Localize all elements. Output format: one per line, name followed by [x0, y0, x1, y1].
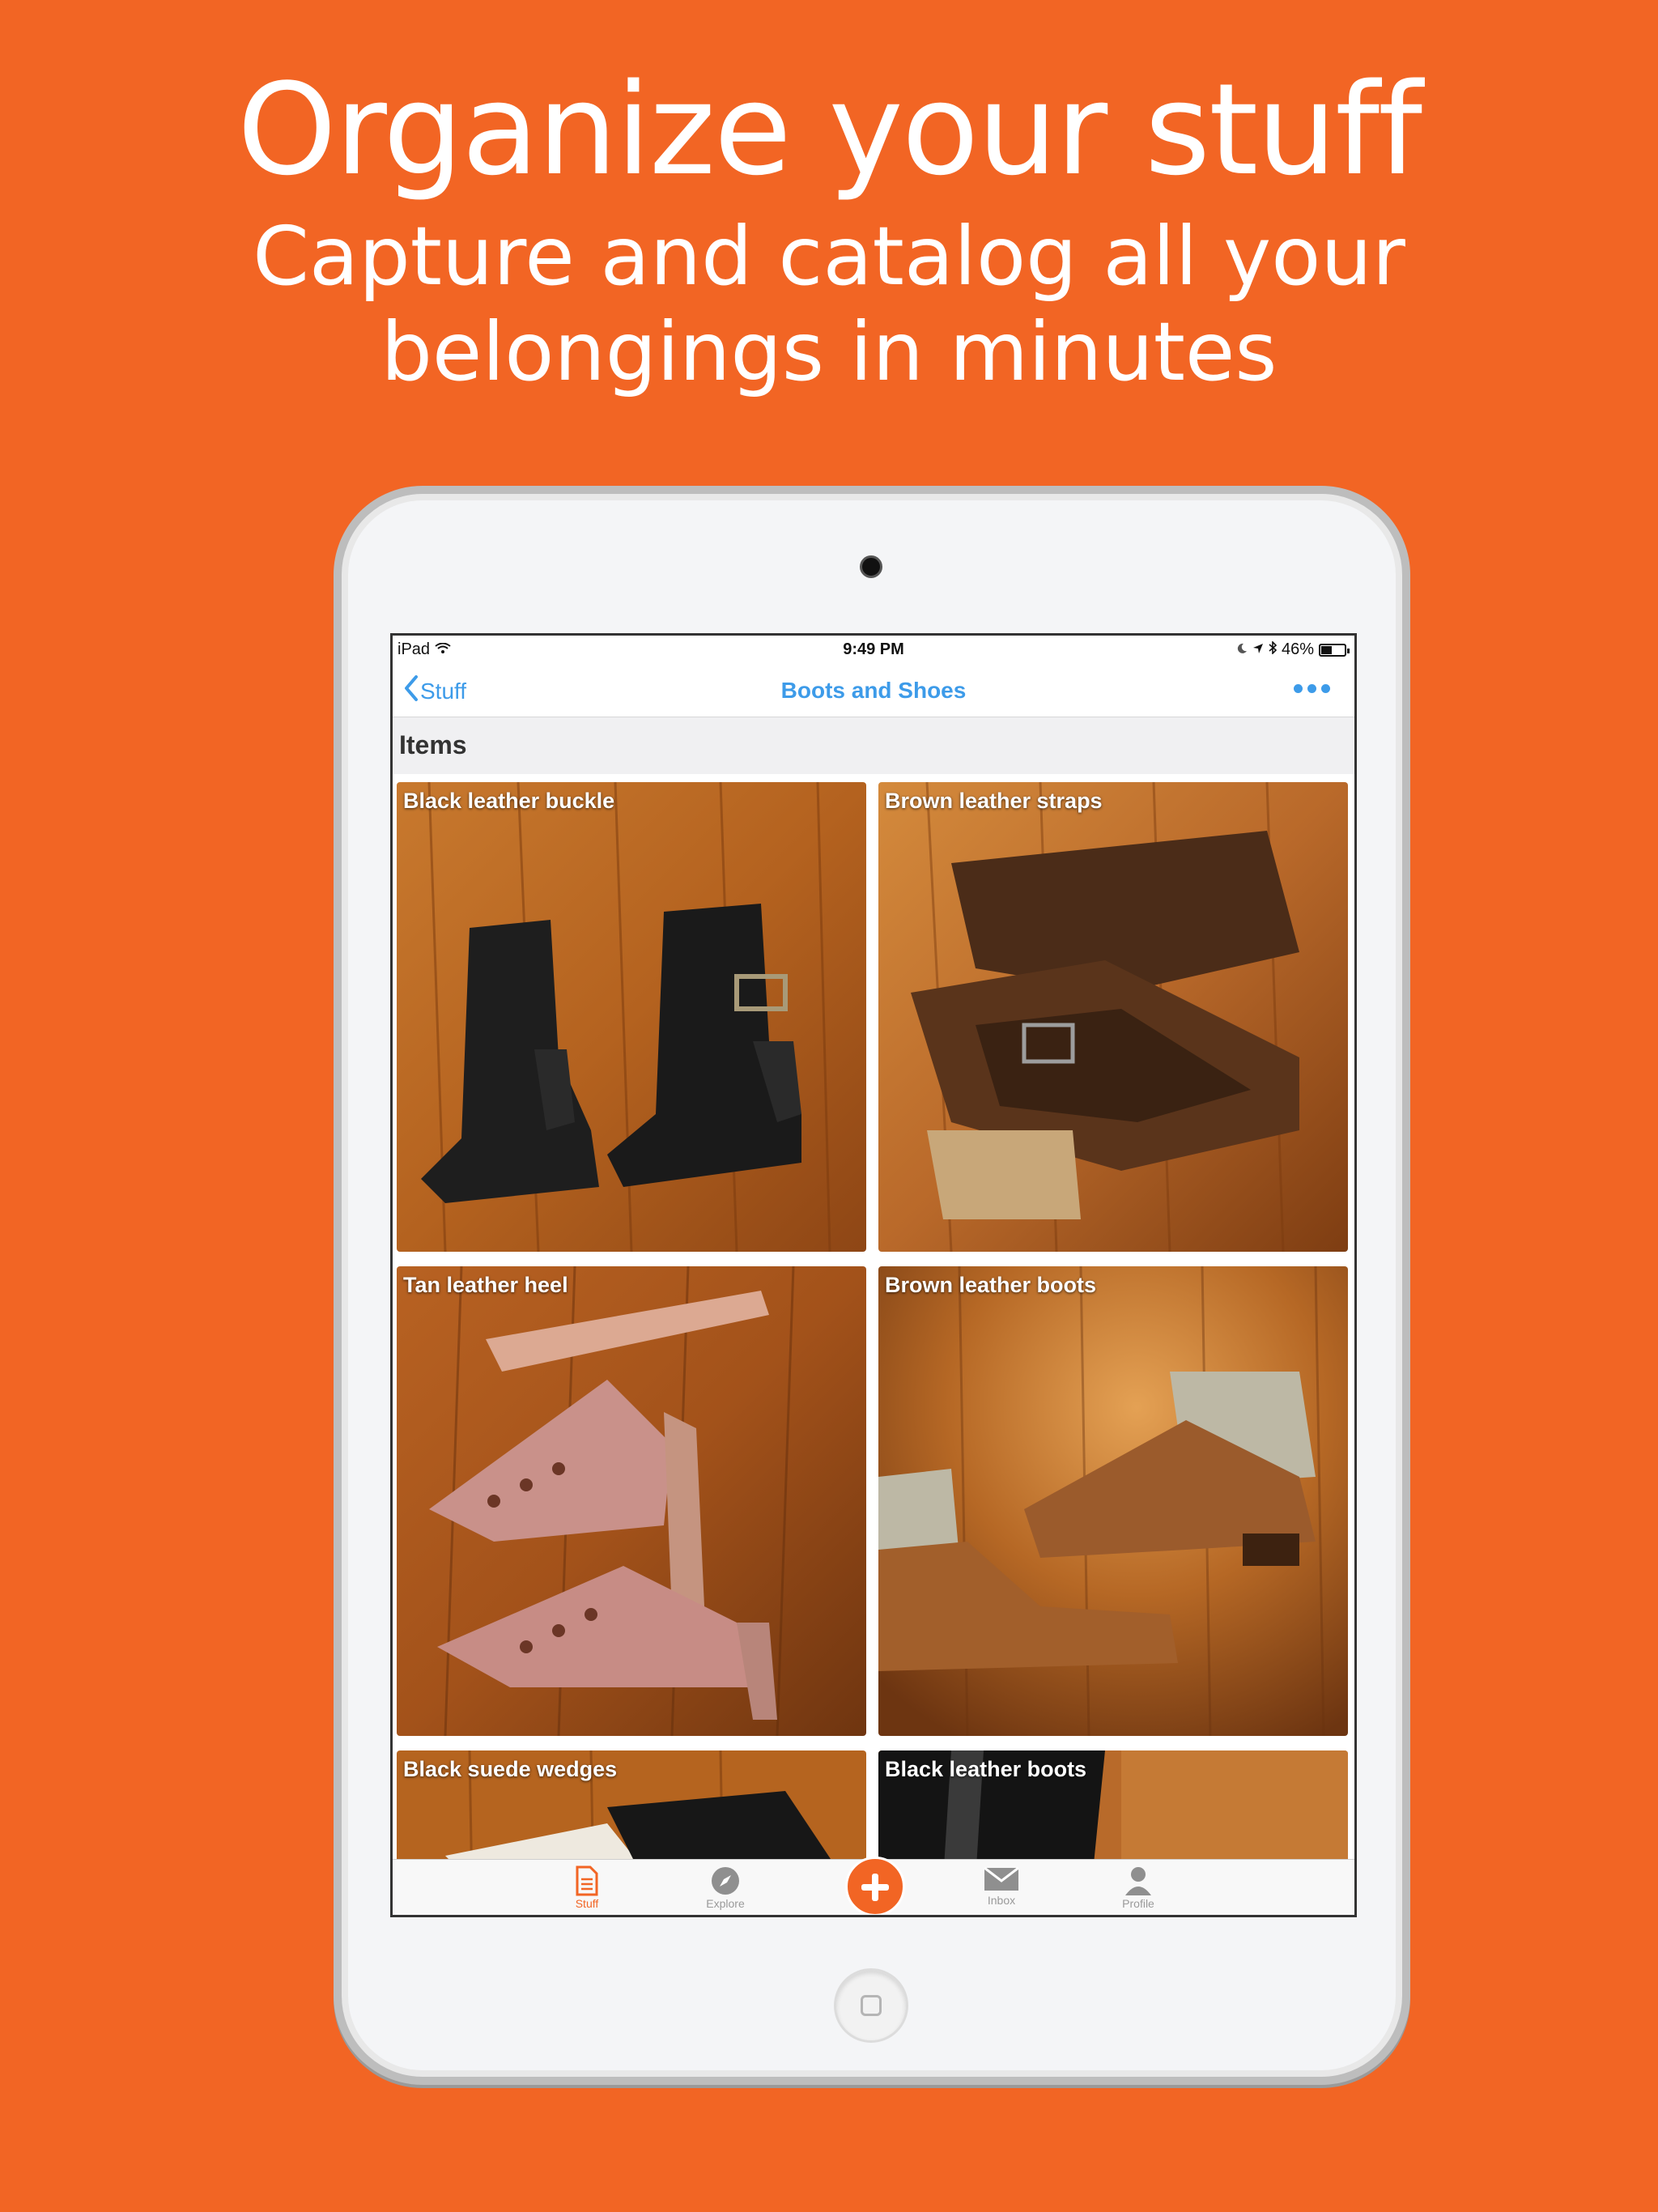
item-photo — [878, 782, 1348, 1252]
tab-label: Inbox — [987, 1894, 1016, 1907]
item-photo — [397, 782, 866, 1252]
tab-bar: Stuff Explore Inbox Profile — [393, 1857, 1354, 1915]
tab-label: Profile — [1122, 1897, 1154, 1910]
person-icon — [1098, 1865, 1179, 1897]
tab-explore[interactable]: Explore — [685, 1865, 766, 1910]
item-tile[interactable]: Black leather buckle — [397, 782, 866, 1252]
moon-icon — [1236, 640, 1248, 659]
item-label: Brown leather boots — [885, 1273, 1097, 1297]
compass-icon — [685, 1865, 766, 1897]
app-screen: iPad 9:49 PM 46% Stuff Boots and Shoes I… — [390, 633, 1357, 1917]
navigation-bar: Stuff Boots and Shoes — [393, 665, 1354, 717]
item-label: Black leather boots — [885, 1757, 1087, 1781]
plus-icon[interactable] — [845, 1857, 905, 1915]
item-label: Black suede wedges — [403, 1757, 618, 1781]
home-button[interactable] — [834, 1968, 908, 2043]
promo-subline-line-1: Capture and catalog all your — [253, 209, 1405, 304]
status-right: 46% — [1236, 640, 1350, 659]
promo-subline: Capture and catalog all your belongings … — [0, 209, 1658, 400]
item-label: Brown leather straps — [885, 789, 1103, 813]
promo-subline-line-2: belongings in minutes — [380, 304, 1278, 399]
battery-percent: 46% — [1281, 640, 1314, 658]
promo-headline: Organize your stuff — [237, 56, 1422, 203]
tab-inbox[interactable]: Inbox — [961, 1865, 1042, 1907]
item-label: Tan leather heel — [403, 1273, 568, 1297]
section-title: Items — [399, 730, 467, 759]
camera-icon — [860, 555, 882, 578]
status-bar: iPad 9:49 PM 46% — [393, 636, 1354, 665]
page-title: Boots and Shoes — [780, 678, 967, 703]
envelope-icon — [961, 1865, 1042, 1894]
status-time: 9:49 PM — [843, 640, 904, 658]
item-tile[interactable]: Black leather boots — [878, 1750, 1348, 1859]
item-tile[interactable]: Black suede wedges — [397, 1750, 866, 1859]
location-icon — [1252, 640, 1264, 659]
battery-icon — [1319, 643, 1350, 657]
item-tile[interactable]: Tan leather heel — [397, 1266, 866, 1736]
tab-label: Explore — [706, 1897, 745, 1910]
tab-stuff[interactable]: Stuff — [546, 1865, 627, 1910]
item-tile[interactable]: Brown leather straps — [878, 782, 1348, 1252]
ellipsis-icon[interactable] — [1294, 684, 1330, 693]
document-icon — [546, 1865, 627, 1897]
bluetooth-icon — [1269, 640, 1278, 659]
item-tile[interactable]: Brown leather boots — [878, 1266, 1348, 1736]
tab-label: Stuff — [575, 1897, 599, 1910]
tab-profile[interactable]: Profile — [1098, 1865, 1179, 1910]
battery-fill — [1321, 645, 1332, 654]
item-photo — [878, 1266, 1348, 1736]
item-label: Black leather buckle — [403, 789, 615, 813]
items-grid: Black leather buckle Brown leather strap… — [393, 774, 1354, 1859]
section-header: Items — [393, 717, 1354, 774]
item-photo — [397, 1266, 866, 1736]
